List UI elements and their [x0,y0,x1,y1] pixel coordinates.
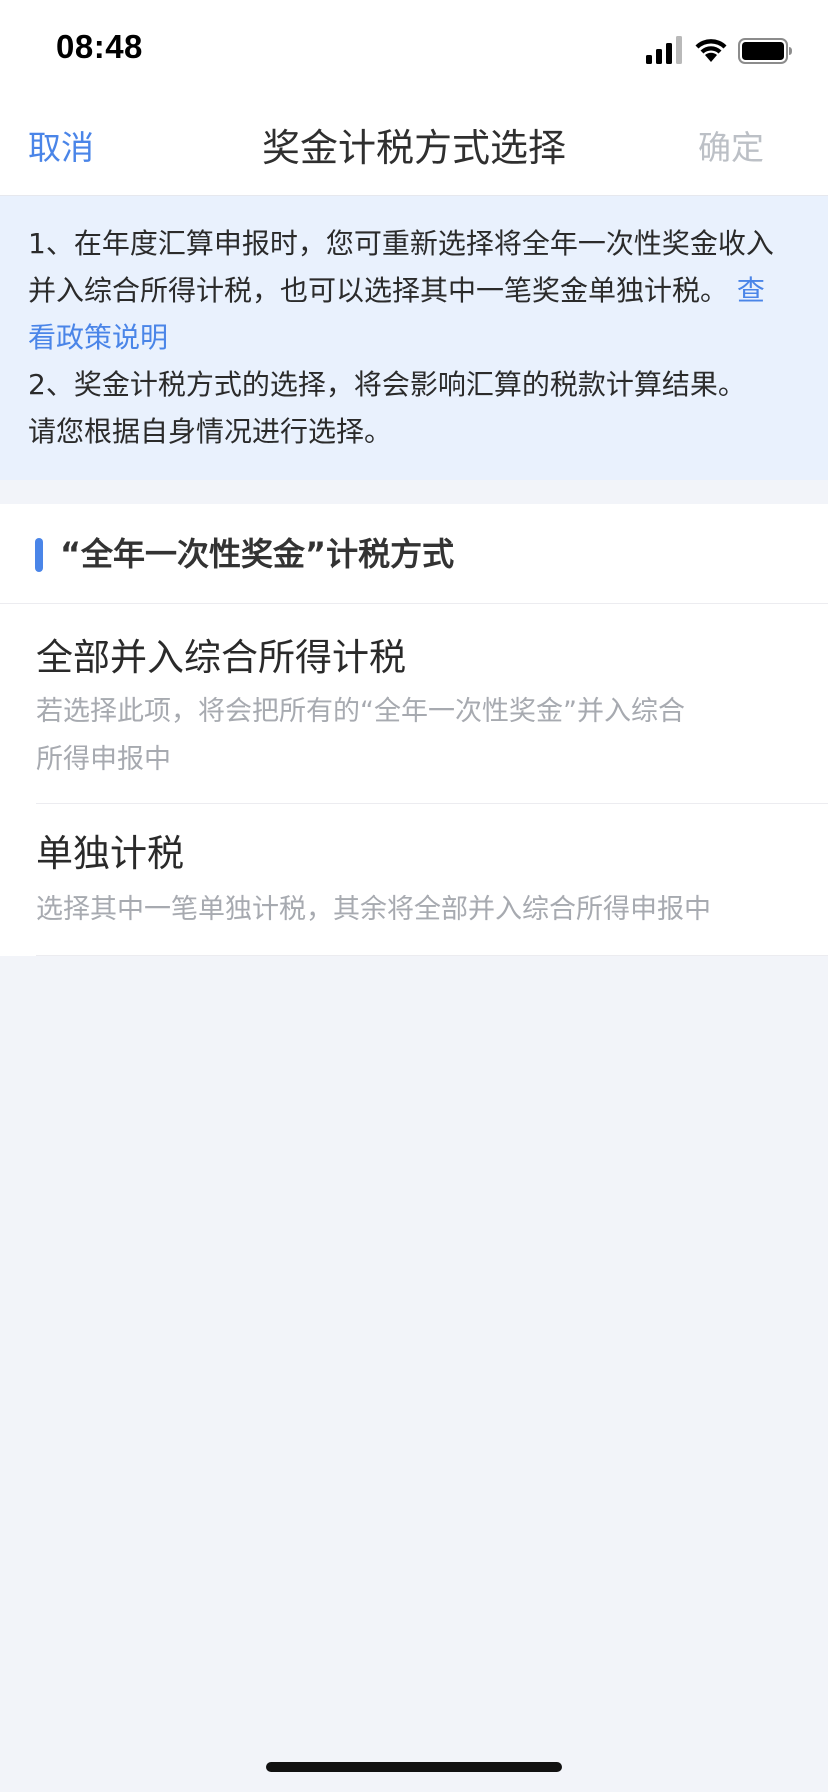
home-indicator[interactable] [266,1762,562,1772]
option-description-line-2: 所得申报中 [36,744,171,775]
wifi-icon [695,39,727,62]
section-title: “全年一次性奖金”计税方式 [60,535,455,573]
option-description: 若选择此项，将会把所有的“全年一次性奖金”并入综合 所得申报中 [36,688,766,784]
option-merge-all[interactable]: 全部并入综合所得计税 若选择此项，将会把所有的“全年一次性奖金”并入综合 所得申… [36,604,828,804]
navigation-bar: 取消 奖金计税方式选择 确定 [0,100,828,196]
policy-link-part-2[interactable]: 看政策说明 [28,321,168,354]
status-time: 08:48 [56,28,143,65]
notice-line-2: 并入综合所得计税，也可以选择其中一笔奖金单独计税。 查 [28,267,802,314]
status-icons [646,36,796,64]
option-title: 全部并入综合所得计税 [36,636,406,679]
section-accent-bar [35,538,43,572]
option-description-line-1: 若选择此项，将会把所有的“全年一次性奖金”并入综合 [36,696,685,727]
option-separate-tax[interactable]: 单独计税 选择其中一笔单独计税，其余将全部并入综合所得申报中 [36,804,828,956]
notice-line-1: 1、在年度汇算申报时，您可重新选择将全年一次性奖金收入 [28,227,774,260]
status-bar: 08:48 [0,0,828,100]
option-description: 选择其中一笔单独计税，其余将全部并入综合所得申报中 [36,886,766,934]
option-title: 单独计税 [36,832,184,875]
notice-panel: 1、在年度汇算申报时，您可重新选择将全年一次性奖金收入 并入综合所得计税，也可以… [0,196,828,480]
tax-method-section: “全年一次性奖金”计税方式 全部并入综合所得计税 若选择此项，将会把所有的“全年… [0,504,828,956]
cellular-signal-icon [646,36,682,64]
notice-line-5: 请您根据自身情况进行选择。 [28,415,393,448]
battery-icon [738,38,792,64]
notice-line-2-text: 并入综合所得计税，也可以选择其中一笔奖金单独计税。 [28,274,729,307]
screen: 08:48 取消 奖金计税方式选择 确定 1、在年度汇算申报时，您可重新选择将全… [0,0,828,1792]
option-description-line-1: 选择其中一笔单独计税，其余将全部并入综合所得申报中 [36,894,711,925]
policy-link-part-1[interactable]: 查 [737,274,765,307]
notice-line-4: 2、奖金计税方式的选择，将会影响汇算的税款计算结果。 [28,368,746,401]
section-header: “全年一次性奖金”计税方式 [0,504,828,604]
notice-line-3: 看政策说明 [28,314,802,361]
confirm-button[interactable]: 确定 [698,100,764,196]
